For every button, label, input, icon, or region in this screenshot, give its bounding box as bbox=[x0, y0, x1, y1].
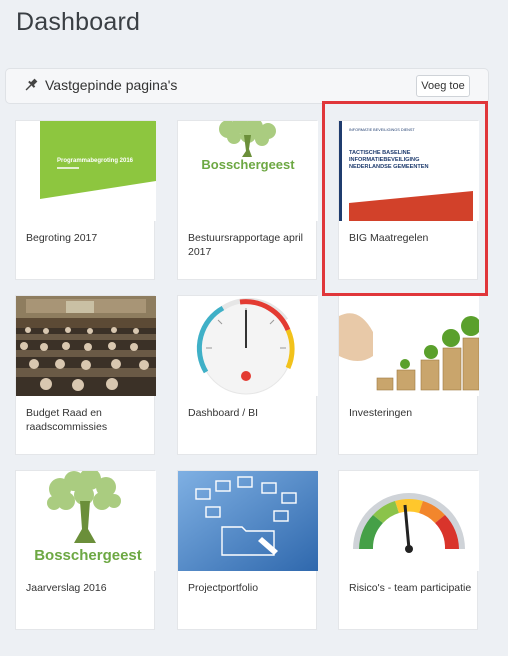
tile-budget-raad[interactable]: Budget Raad en raadscommissies bbox=[15, 295, 156, 455]
page-title: Dashboard bbox=[16, 8, 141, 36]
add-button[interactable]: Voeg toe bbox=[416, 75, 470, 97]
tile-projectportfolio[interactable]: Projectportfolio bbox=[177, 470, 318, 630]
tile-risicos[interactable]: Risico's - team participatie bbox=[338, 470, 479, 630]
tile-investeringen[interactable]: Investeringen bbox=[338, 295, 479, 455]
tile-thumbnail bbox=[339, 471, 479, 571]
pinned-pages-title: Vastgepinde pagina's bbox=[45, 77, 178, 93]
tile-label: Risico's - team participatie bbox=[349, 582, 472, 594]
tile-thumbnail: Programmabegroting 2016 bbox=[16, 121, 156, 221]
pinned-pages-panel: Vastgepinde pagina's Voeg toe bbox=[5, 68, 489, 104]
tile-label: Projectportfolio bbox=[188, 582, 259, 594]
tile-jaarverslag-2016[interactable]: Bosschergeest Jaarverslag 2016 bbox=[15, 470, 156, 630]
tile-label: Bestuursrapportage april 2017 bbox=[188, 232, 303, 258]
tile-label: Investeringen bbox=[349, 407, 413, 419]
tile-label: Dashboard / BI bbox=[188, 407, 259, 419]
highlight-box bbox=[322, 101, 488, 296]
tile-label: Jaarverslag 2016 bbox=[26, 582, 107, 594]
tile-label: Begroting 2017 bbox=[26, 232, 98, 244]
tile-label: Budget Raad en raadscommissies bbox=[26, 407, 108, 433]
tile-thumbnail bbox=[178, 296, 318, 396]
tile-thumbnail: Bosschergeest bbox=[16, 471, 156, 571]
tile-thumbnail bbox=[178, 471, 318, 571]
thumb-title-text: Programmabegroting 2016 bbox=[57, 158, 134, 164]
thumb-brand-text: Bosschergeest bbox=[34, 547, 142, 564]
tile-dashboard-bi[interactable]: Dashboard / BI bbox=[177, 295, 318, 455]
tile-thumbnail bbox=[339, 296, 479, 396]
tile-thumbnail: Bosschergeest bbox=[178, 121, 318, 221]
tile-begroting-2017[interactable]: Programmabegroting 2016 Begroting 2017 bbox=[15, 120, 156, 280]
thumb-brand-text: Bosschergeest bbox=[201, 157, 295, 172]
tile-thumbnail bbox=[16, 296, 156, 396]
tile-bestuursrapportage[interactable]: Bosschergeest Bestuursrapportage april 2… bbox=[177, 120, 318, 280]
pin-icon bbox=[25, 78, 38, 91]
